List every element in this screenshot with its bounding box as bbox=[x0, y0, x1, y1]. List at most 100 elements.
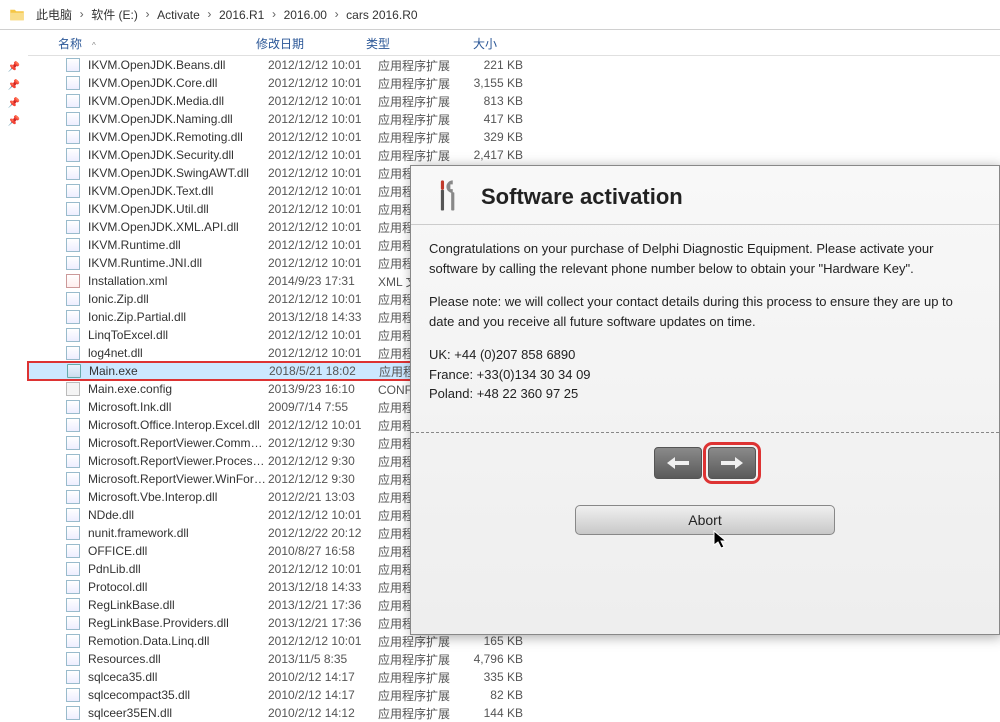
file-icon bbox=[64, 706, 82, 720]
file-name: IKVM.OpenJDK.Media.dll bbox=[88, 94, 268, 108]
tools-icon bbox=[429, 178, 467, 216]
file-icon bbox=[64, 418, 82, 432]
file-date: 2018/5/21 18:02 bbox=[269, 364, 379, 378]
breadcrumb-part[interactable]: 2016.R1 bbox=[215, 8, 268, 22]
file-date: 2009/7/14 7:55 bbox=[268, 400, 378, 414]
file-name: nunit.framework.dll bbox=[88, 526, 268, 540]
file-row[interactable]: sqlcecompact35.dll2010/2/12 14:17应用程序扩展8… bbox=[28, 686, 1000, 704]
pin-icon[interactable]: 📌 bbox=[0, 76, 28, 94]
file-date: 2012/12/12 10:01 bbox=[268, 130, 378, 144]
file-date: 2010/8/27 16:58 bbox=[268, 544, 378, 558]
file-date: 2012/12/12 10:01 bbox=[268, 112, 378, 126]
dialog-body: Congratulations on your purchase of Delp… bbox=[411, 225, 999, 432]
file-date: 2012/12/12 9:30 bbox=[268, 472, 378, 486]
file-name: IKVM.OpenJDK.Naming.dll bbox=[88, 112, 268, 126]
file-size: 2,417 KB bbox=[468, 148, 538, 162]
dialog-text: Congratulations on your purchase of Delp… bbox=[429, 239, 981, 278]
file-date: 2013/12/18 14:33 bbox=[268, 310, 378, 324]
file-name: OFFICE.dll bbox=[88, 544, 268, 558]
file-date: 2012/12/12 10:01 bbox=[268, 292, 378, 306]
file-date: 2013/12/21 17:36 bbox=[268, 616, 378, 630]
file-icon bbox=[64, 616, 82, 630]
file-row[interactable]: IKVM.OpenJDK.Core.dll2012/12/12 10:01应用程… bbox=[28, 74, 1000, 92]
pin-icon[interactable]: 📌 bbox=[0, 94, 28, 112]
file-name: Microsoft.Ink.dll bbox=[88, 400, 268, 414]
file-name: Microsoft.ReportViewer.WinForms.dll bbox=[88, 472, 268, 486]
file-date: 2012/12/12 10:01 bbox=[268, 58, 378, 72]
file-icon bbox=[64, 526, 82, 540]
column-date[interactable]: 修改日期 bbox=[248, 30, 358, 55]
column-name[interactable]: 名称^ bbox=[28, 30, 248, 55]
file-date: 2012/12/12 10:01 bbox=[268, 148, 378, 162]
file-row[interactable]: sqlceer35EN.dll2010/2/12 14:12应用程序扩展144 … bbox=[28, 704, 1000, 722]
file-size: 417 KB bbox=[468, 112, 538, 126]
file-name: Microsoft.ReportViewer.ProcessingO... bbox=[88, 454, 268, 468]
file-type: 应用程序扩展 bbox=[378, 75, 468, 92]
file-row[interactable]: Resources.dll2013/11/5 8:35应用程序扩展4,796 K… bbox=[28, 650, 1000, 668]
breadcrumb-part[interactable]: 此电脑 bbox=[32, 6, 76, 23]
file-name: IKVM.Runtime.dll bbox=[88, 238, 268, 252]
file-date: 2014/9/23 17:31 bbox=[268, 274, 378, 288]
file-row[interactable]: IKVM.OpenJDK.Beans.dll2012/12/12 10:01应用… bbox=[28, 56, 1000, 74]
file-icon bbox=[64, 400, 82, 414]
file-name: Ionic.Zip.dll bbox=[88, 292, 268, 306]
pin-icon[interactable]: 📌 bbox=[0, 112, 28, 130]
file-date: 2012/12/12 10:01 bbox=[268, 94, 378, 108]
file-icon bbox=[64, 436, 82, 450]
file-row[interactable]: IKVM.OpenJDK.Remoting.dll2012/12/12 10:0… bbox=[28, 128, 1000, 146]
file-row[interactable]: sqlceca35.dll2010/2/12 14:17应用程序扩展335 KB bbox=[28, 668, 1000, 686]
file-date: 2012/12/12 9:30 bbox=[268, 436, 378, 450]
file-icon bbox=[64, 94, 82, 108]
file-name: IKVM.OpenJDK.Remoting.dll bbox=[88, 130, 268, 144]
file-date: 2010/2/12 14:17 bbox=[268, 688, 378, 702]
file-date: 2010/2/12 14:12 bbox=[268, 706, 378, 720]
file-name: IKVM.OpenJDK.Util.dll bbox=[88, 202, 268, 216]
arrow-left-icon bbox=[667, 456, 689, 470]
file-date: 2012/12/12 10:01 bbox=[268, 166, 378, 180]
file-size: 329 KB bbox=[468, 130, 538, 144]
column-size[interactable]: 大小 bbox=[448, 30, 518, 55]
back-button[interactable] bbox=[654, 447, 702, 479]
file-name: sqlceca35.dll bbox=[88, 670, 268, 684]
breadcrumb-part[interactable]: Activate bbox=[153, 8, 204, 22]
column-type[interactable]: 类型 bbox=[358, 30, 448, 55]
file-date: 2012/12/12 10:01 bbox=[268, 238, 378, 252]
file-name: RegLinkBase.dll bbox=[88, 598, 268, 612]
breadcrumb-part[interactable]: 2016.00 bbox=[280, 8, 331, 22]
file-icon bbox=[64, 202, 82, 216]
file-icon bbox=[64, 508, 82, 522]
file-row[interactable]: IKVM.OpenJDK.Media.dll2012/12/12 10:01应用… bbox=[28, 92, 1000, 110]
abort-button[interactable]: Abort bbox=[575, 505, 835, 535]
file-icon bbox=[64, 346, 82, 360]
file-size: 4,796 KB bbox=[468, 652, 538, 666]
pin-icon[interactable]: 📌 bbox=[0, 58, 28, 76]
folder-icon bbox=[8, 6, 26, 24]
file-type: 应用程序扩展 bbox=[378, 669, 468, 686]
file-icon bbox=[64, 112, 82, 126]
file-date: 2012/2/21 13:03 bbox=[268, 490, 378, 504]
file-type: 应用程序扩展 bbox=[378, 687, 468, 704]
file-icon bbox=[64, 148, 82, 162]
file-date: 2013/9/23 16:10 bbox=[268, 382, 378, 396]
breadcrumb-part[interactable]: 软件 (E:) bbox=[87, 6, 142, 23]
file-name: IKVM.OpenJDK.XML.API.dll bbox=[88, 220, 268, 234]
file-type: 应用程序扩展 bbox=[378, 633, 468, 650]
breadcrumb[interactable]: 此电脑› 软件 (E:)› Activate› 2016.R1› 2016.00… bbox=[0, 0, 1000, 30]
dialog-title: Software activation bbox=[481, 184, 683, 210]
file-size: 221 KB bbox=[468, 58, 538, 72]
file-name: IKVM.OpenJDK.Core.dll bbox=[88, 76, 268, 90]
next-button[interactable] bbox=[708, 447, 756, 479]
file-icon bbox=[64, 544, 82, 558]
activation-dialog: Software activation Congratulations on y… bbox=[410, 165, 1000, 635]
file-row[interactable]: IKVM.OpenJDK.Security.dll2012/12/12 10:0… bbox=[28, 146, 1000, 164]
file-name: NDde.dll bbox=[88, 508, 268, 522]
breadcrumb-part[interactable]: cars 2016.R0 bbox=[342, 8, 421, 22]
file-icon bbox=[64, 184, 82, 198]
file-row[interactable]: IKVM.OpenJDK.Naming.dll2012/12/12 10:01应… bbox=[28, 110, 1000, 128]
file-date: 2012/12/22 20:12 bbox=[268, 526, 378, 540]
file-type: 应用程序扩展 bbox=[378, 147, 468, 164]
file-icon bbox=[64, 238, 82, 252]
file-date: 2010/2/12 14:17 bbox=[268, 670, 378, 684]
file-size: 144 KB bbox=[468, 706, 538, 720]
file-name: Microsoft.ReportViewer.Common.dll bbox=[88, 436, 268, 450]
